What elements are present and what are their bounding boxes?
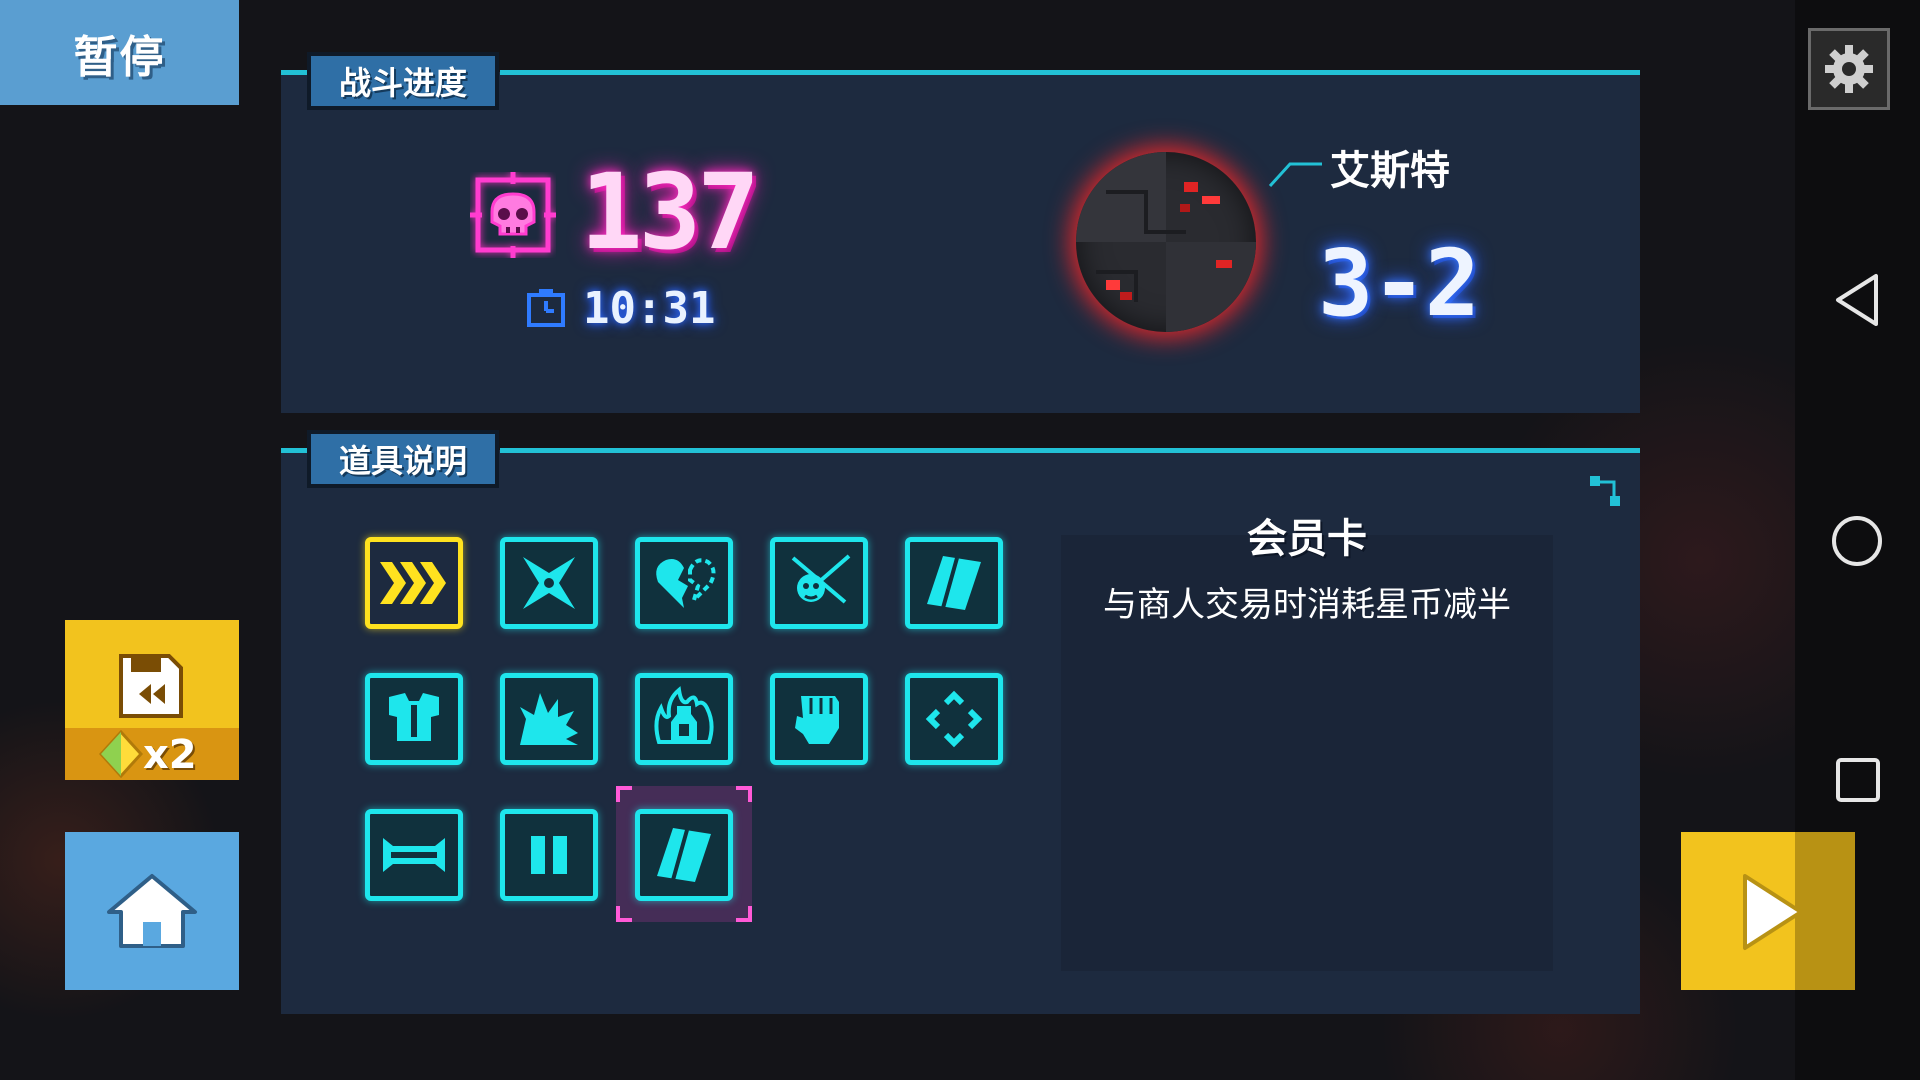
item-slot-target-diamond[interactable] [905, 673, 1003, 765]
home-icon [107, 874, 197, 948]
pause-icon [531, 836, 567, 874]
battle-progress-tab: 战斗进度 [307, 52, 499, 110]
item-slot-member-card[interactable] [905, 537, 1003, 629]
play-icon [1743, 874, 1803, 950]
fist-icon [795, 696, 839, 744]
item-slot-explosion[interactable] [500, 673, 598, 765]
item-slot-member-card-selected[interactable] [635, 809, 733, 901]
planet-icon [1076, 152, 1256, 332]
card-icon [657, 828, 711, 882]
panel-divider [500, 448, 1640, 453]
recents-square-icon[interactable] [1835, 757, 1881, 803]
planet-pointer-line [1268, 162, 1322, 188]
explosion-icon [520, 693, 578, 745]
settings-button[interactable] [1808, 28, 1890, 110]
skull-sword-icon [791, 554, 851, 604]
kill-count: 137 [580, 151, 760, 273]
card-icon [927, 556, 981, 610]
item-slot-pause[interactable] [500, 809, 598, 901]
rewind-save-button[interactable]: x2 [65, 620, 239, 780]
item-slot-bumper[interactable] [365, 809, 463, 901]
panel-divider [281, 70, 307, 75]
item-info-tab-label: 道具说明 [338, 442, 467, 480]
battle-progress-tab-label: 战斗进度 [338, 64, 467, 102]
planet-name: 艾斯特 [1330, 148, 1450, 194]
broken-heart-icon [656, 558, 716, 608]
bumper-icon [383, 838, 445, 872]
home-button[interactable] [65, 832, 239, 990]
panel-divider [281, 448, 307, 453]
gem-icon [99, 730, 143, 778]
item-title: 会员卡 [1247, 516, 1367, 562]
resume-play-button[interactable] [1681, 832, 1855, 990]
armor-icon [389, 693, 439, 741]
home-circle-icon[interactable] [1830, 514, 1884, 568]
item-info-tab: 道具说明 [307, 430, 499, 488]
timer-icon [527, 289, 565, 327]
item-slot-burning-bottle[interactable] [635, 673, 733, 765]
item-slot-shuriken[interactable] [500, 537, 598, 629]
item-slot-skull-sword[interactable] [770, 537, 868, 629]
diamond-arrows-icon [925, 690, 983, 748]
rewind-count: x2 [143, 732, 197, 778]
game-screen: 暂停 战斗进度 137 10:31 艾斯特 3-2 道具说明 会员卡 与商人交易… [0, 0, 1920, 1080]
item-slot-fist[interactable] [770, 673, 868, 765]
expand-corner-icon[interactable] [1588, 474, 1624, 510]
triple-chevron-icon [380, 562, 446, 604]
item-slot-broken-heart[interactable] [635, 537, 733, 629]
back-triangle-icon[interactable] [1832, 272, 1882, 328]
item-description: 与商人交易时消耗星币减半 [1103, 585, 1511, 625]
level-indicator: 3-2 [1318, 230, 1480, 337]
burning-bottle-icon [654, 686, 714, 744]
item-slot-speed-chevrons[interactable] [365, 537, 463, 629]
pause-banner: 暂停 [0, 0, 239, 105]
pause-title: 暂停 [73, 31, 166, 83]
elapsed-time: 10:31 [583, 283, 716, 334]
panel-divider [500, 70, 1640, 75]
shuriken-icon [523, 557, 575, 609]
skull-target-icon [470, 172, 556, 258]
save-rewind-icon [119, 654, 183, 718]
item-slot-armor[interactable] [365, 673, 463, 765]
gear-icon [1825, 45, 1873, 93]
